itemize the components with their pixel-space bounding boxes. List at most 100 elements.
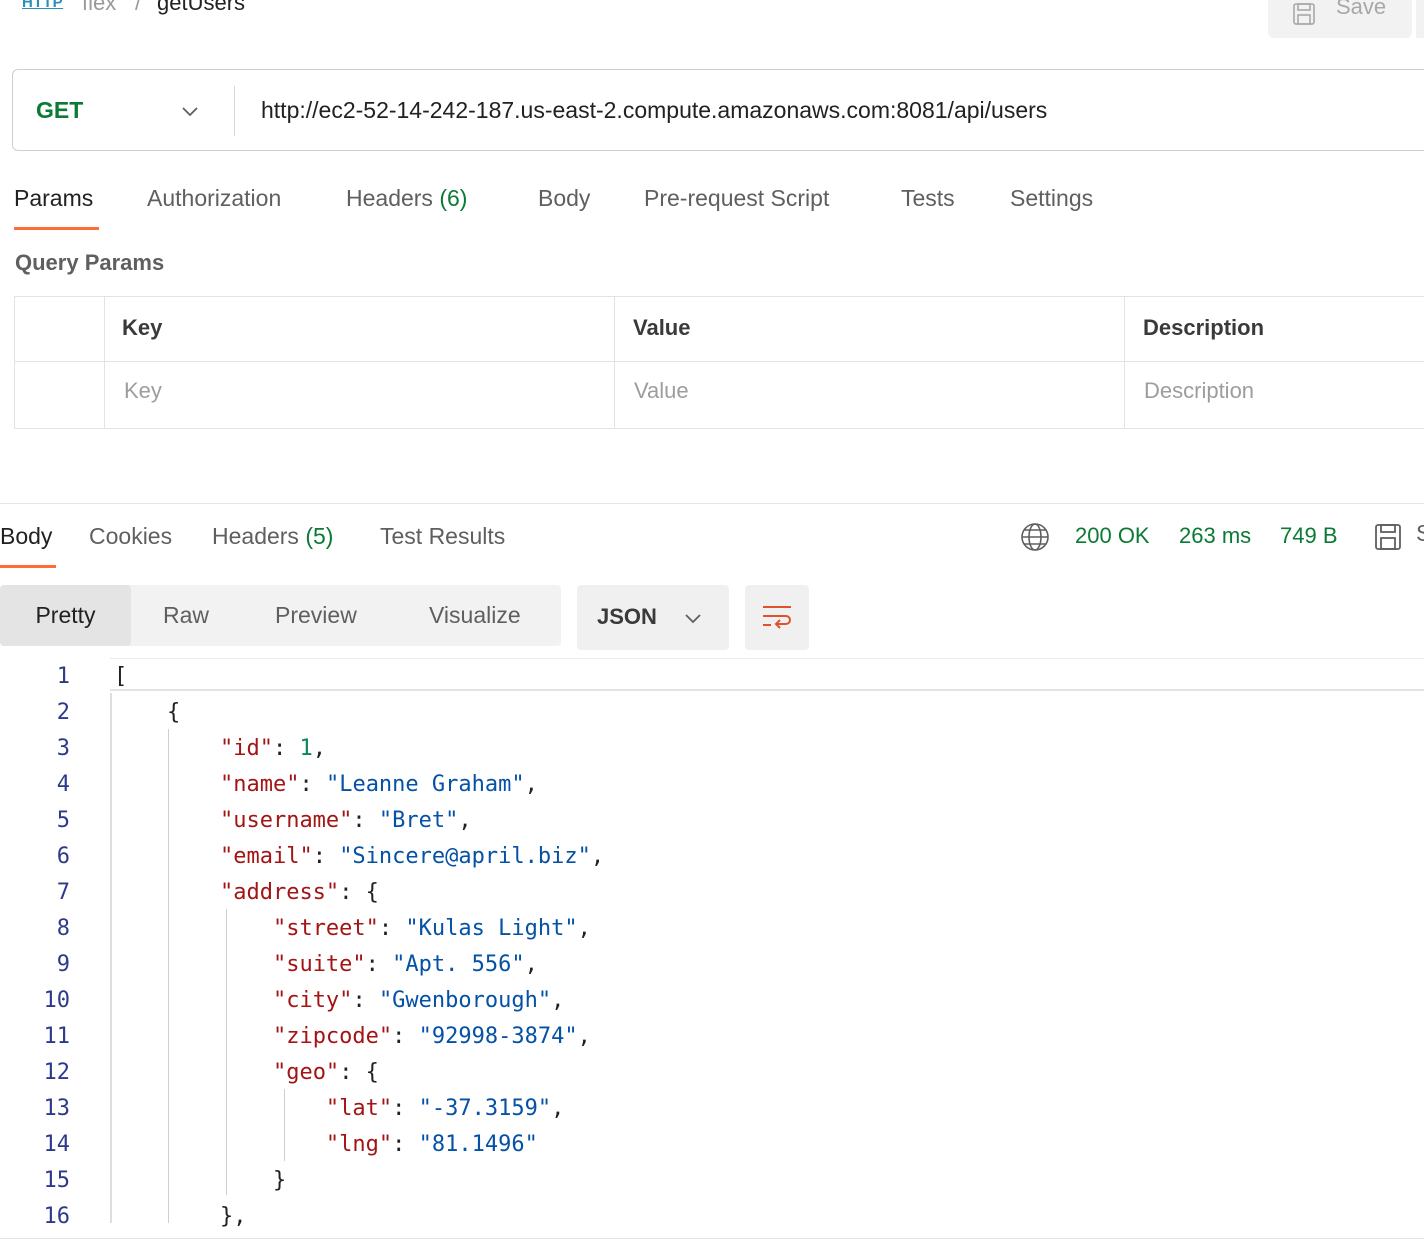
table-divider <box>614 296 615 429</box>
line-number: 8 <box>56 916 70 941</box>
save-options-button[interactable] <box>1416 0 1424 38</box>
tab-label: Params <box>14 185 94 211</box>
wrap-lines-icon <box>763 606 791 629</box>
code-line: "id": 1, <box>219 736 326 761</box>
code-line: "geo": { <box>272 1060 379 1085</box>
view-preview[interactable]: Preview <box>275 585 357 646</box>
tab-count: (6) <box>439 185 468 211</box>
line-number: 15 <box>43 1168 71 1193</box>
line-number: 6 <box>56 844 70 869</box>
tab-label: Body <box>0 523 53 549</box>
tab-settings[interactable]: Settings <box>1010 185 1093 212</box>
tab-pre-request-script[interactable]: Pre-request Script <box>644 185 829 212</box>
save-icon <box>1293 3 1315 25</box>
tab-headers[interactable]: Headers (6) <box>346 185 467 212</box>
param-key-input[interactable]: Key <box>124 378 162 404</box>
line-number: 4 <box>56 772 70 797</box>
code-line: { <box>114 700 181 725</box>
view-visualize[interactable]: Visualize <box>429 585 521 646</box>
save-label: Save <box>1336 0 1387 19</box>
line-number: 14 <box>43 1132 71 1157</box>
param-description-input[interactable]: Description <box>1144 378 1254 404</box>
active-tab-indicator <box>0 565 56 568</box>
response-time[interactable]: 263 ms <box>1179 523 1251 549</box>
breadcrumb-separator: / <box>135 0 142 15</box>
code-line: }, <box>114 1204 247 1229</box>
code-line: "email": "Sincere@april.biz", <box>219 844 605 869</box>
line-number: 9 <box>56 952 70 977</box>
code-line: "lng": "81.1496" <box>325 1132 538 1157</box>
tab-label: Authorization <box>147 185 282 211</box>
code-line: "lat": "-37.3159", <box>325 1096 565 1121</box>
chevron-down-icon[interactable] <box>180 101 200 121</box>
line-number: 13 <box>43 1096 71 1121</box>
active-tab-indicator <box>14 227 99 230</box>
response-tab-body[interactable]: Body <box>0 523 52 550</box>
active-line-highlight <box>110 659 1424 691</box>
tab-label: Headers <box>346 185 433 211</box>
url-divider <box>234 86 235 136</box>
response-size[interactable]: 749 B <box>1280 523 1338 549</box>
gutter-separator <box>110 693 112 1223</box>
line-number: 2 <box>56 700 70 725</box>
param-value-input[interactable]: Value <box>634 378 689 404</box>
tab-authorization[interactable]: Authorization <box>147 185 281 212</box>
line-number: 7 <box>56 880 70 905</box>
status-bar-border <box>0 1238 1424 1239</box>
http-icon: HTTP <box>22 0 64 11</box>
code-line: "suite": "Apt. 556", <box>272 952 538 977</box>
column-header-value: Value <box>633 315 691 340</box>
tab-label: Pre-request Script <box>644 185 830 211</box>
tab-count: (5) <box>305 523 334 549</box>
breadcrumb-collection[interactable]: flex <box>82 0 116 16</box>
table-divider <box>14 361 1424 362</box>
view-pretty[interactable]: Pretty <box>0 585 131 646</box>
column-header-key: Key <box>122 315 163 340</box>
chevron-down-icon <box>685 614 701 624</box>
code-line: "username": "Bret", <box>219 808 472 833</box>
url-input[interactable]: http://ec2-52-14-242-187.us-east-2.compu… <box>261 97 1047 124</box>
response-tab-cookies[interactable]: Cookies <box>89 523 172 550</box>
column-header-description: Description <box>1143 315 1265 340</box>
code-line: [ <box>114 664 128 689</box>
line-number: 12 <box>43 1060 71 1085</box>
format-select[interactable]: JSON <box>577 585 729 650</box>
tab-tests[interactable]: Tests <box>901 185 955 212</box>
globe-icon[interactable] <box>1020 522 1050 552</box>
line-number: 5 <box>56 808 70 833</box>
response-tab-headers[interactable]: Headers (5) <box>212 523 333 550</box>
tab-label: Settings <box>1010 185 1094 211</box>
status-code[interactable]: 200 OK <box>1075 523 1150 549</box>
tab-body[interactable]: Body <box>538 185 590 212</box>
code-line: "street": "Kulas Light", <box>272 916 591 941</box>
table-divider <box>104 296 105 429</box>
code-line: } <box>114 1168 287 1193</box>
line-number: 1 <box>56 664 70 689</box>
tab-label: Body <box>538 185 591 211</box>
request-title[interactable]: getUsers <box>157 0 245 16</box>
tab-label: Tests <box>901 185 955 211</box>
line-number: 11 <box>43 1024 71 1049</box>
code-line: "address": { <box>219 880 379 905</box>
tab-label: Cookies <box>89 523 173 549</box>
save-button[interactable]: Save <box>1268 0 1412 38</box>
line-number: 16 <box>43 1204 71 1229</box>
line-number: 10 <box>43 988 71 1013</box>
pane-divider[interactable] <box>0 503 1424 504</box>
tab-params[interactable]: Params <box>14 185 93 212</box>
save-response-label[interactable]: S <box>1416 520 1424 547</box>
format-label: JSON <box>597 604 657 629</box>
view-raw[interactable]: Raw <box>163 585 209 646</box>
line-number: 3 <box>56 736 70 761</box>
response-tab-test-results[interactable]: Test Results <box>380 523 505 550</box>
tab-label: Test Results <box>380 523 506 549</box>
code-line: "zipcode": "92998-3874", <box>272 1024 591 1049</box>
table-divider <box>1124 296 1125 429</box>
wrap-lines-button[interactable] <box>745 585 809 650</box>
method-select[interactable]: GET <box>36 97 83 124</box>
tab-label: Headers <box>212 523 299 549</box>
query-params-title: Query Params <box>15 250 165 275</box>
code-line: "name": "Leanne Graham", <box>219 772 538 797</box>
code-line: "city": "Gwenborough", <box>272 988 565 1013</box>
save-response-icon[interactable] <box>1374 522 1402 552</box>
